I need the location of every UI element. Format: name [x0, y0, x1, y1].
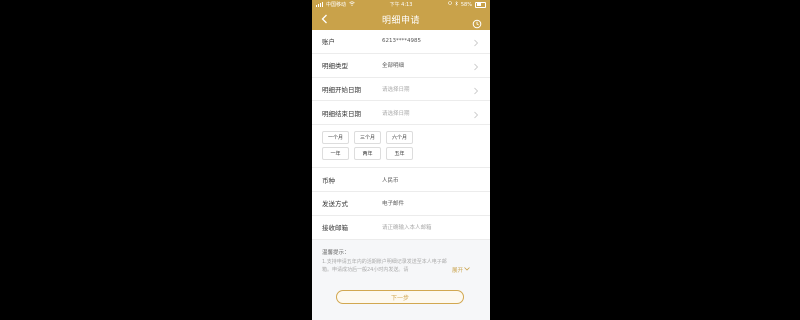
- next-button[interactable]: 下一步: [336, 290, 464, 304]
- chevron-right-icon: [474, 56, 478, 75]
- currency-row[interactable]: 币种 人民币: [312, 168, 490, 192]
- start-date-row[interactable]: 明细开始日期 请选择日期: [312, 78, 490, 102]
- start-date-value: 请选择日期: [382, 86, 410, 93]
- email-label: 接收邮箱: [322, 224, 348, 233]
- detail-type-row[interactable]: 明细类型 全部明细: [312, 54, 490, 78]
- signal-icon: [316, 2, 323, 7]
- chip-one-year[interactable]: 一年: [322, 147, 349, 161]
- currency-label: 币种: [322, 176, 335, 185]
- chevron-right-icon: [474, 32, 478, 51]
- period-chips: 一个月 三个月 六个月 一年 两年 五年: [312, 125, 490, 169]
- chip-six-months[interactable]: 六个月: [386, 131, 413, 145]
- account-label: 账户: [322, 38, 335, 47]
- chip-five-years[interactable]: 五年: [386, 147, 413, 161]
- detail-form: 账户 6213****4985 明细类型 全部明细 明细开始日期 请选择日期 明…: [312, 30, 490, 126]
- email-row: 接收邮箱 请正确输入本人邮箱: [312, 216, 490, 240]
- wifi-icon: [349, 1, 355, 8]
- phone-screen: 中国移动 下午 4:13 58% 明细申请 账户 6213****4985 明细…: [312, 0, 490, 320]
- battery-percent: 58%: [460, 1, 472, 8]
- battery-icon: [475, 1, 486, 8]
- end-date-row[interactable]: 明细结束日期 请选择日期: [312, 101, 490, 126]
- location-icon: [448, 1, 452, 8]
- chevron-down-icon: [464, 267, 470, 273]
- history-icon[interactable]: [472, 14, 482, 29]
- send-method-row[interactable]: 发送方式 电子邮件: [312, 192, 490, 216]
- send-method-value: 电子邮件: [382, 201, 405, 208]
- chevron-right-icon: [474, 79, 478, 98]
- delivery-form: 币种 人民币 发送方式 电子邮件 接收邮箱 请正确输入本人邮箱: [312, 168, 490, 240]
- carrier-label: 中国移动: [326, 2, 347, 8]
- detail-type-label: 明细类型: [322, 62, 348, 71]
- page-title: 明细申请: [381, 16, 420, 26]
- expand-link[interactable]: 展开: [452, 266, 470, 274]
- nav-bar: 明细申请: [312, 9, 490, 30]
- chevron-right-icon: [474, 103, 478, 122]
- tips-line-1: 1.支持申请五年内的活期账户明细记录发送至本人电子邮: [322, 258, 447, 265]
- status-bar: 中国移动 下午 4:13 58%: [312, 0, 490, 9]
- chip-two-years[interactable]: 两年: [354, 147, 381, 161]
- start-date-label: 明细开始日期: [322, 85, 361, 94]
- expand-label: 展开: [451, 268, 463, 274]
- account-row[interactable]: 账户 6213****4985: [312, 30, 490, 54]
- detail-type-value: 全部明细: [382, 63, 405, 70]
- currency-value: 人民币: [382, 177, 399, 184]
- back-icon[interactable]: [318, 13, 330, 25]
- email-input[interactable]: 请正确输入本人邮箱: [382, 223, 432, 231]
- account-value: 6213****4985: [382, 38, 421, 45]
- send-method-label: 发送方式: [322, 200, 348, 209]
- end-date-value: 请选择日期: [382, 110, 410, 117]
- chip-three-months[interactable]: 三个月: [354, 131, 381, 145]
- chip-one-month[interactable]: 一个月: [322, 131, 349, 145]
- bluetooth-icon: [455, 0, 458, 8]
- tips-title: 温馨提示：: [322, 249, 350, 256]
- end-date-label: 明细结束日期: [322, 109, 361, 118]
